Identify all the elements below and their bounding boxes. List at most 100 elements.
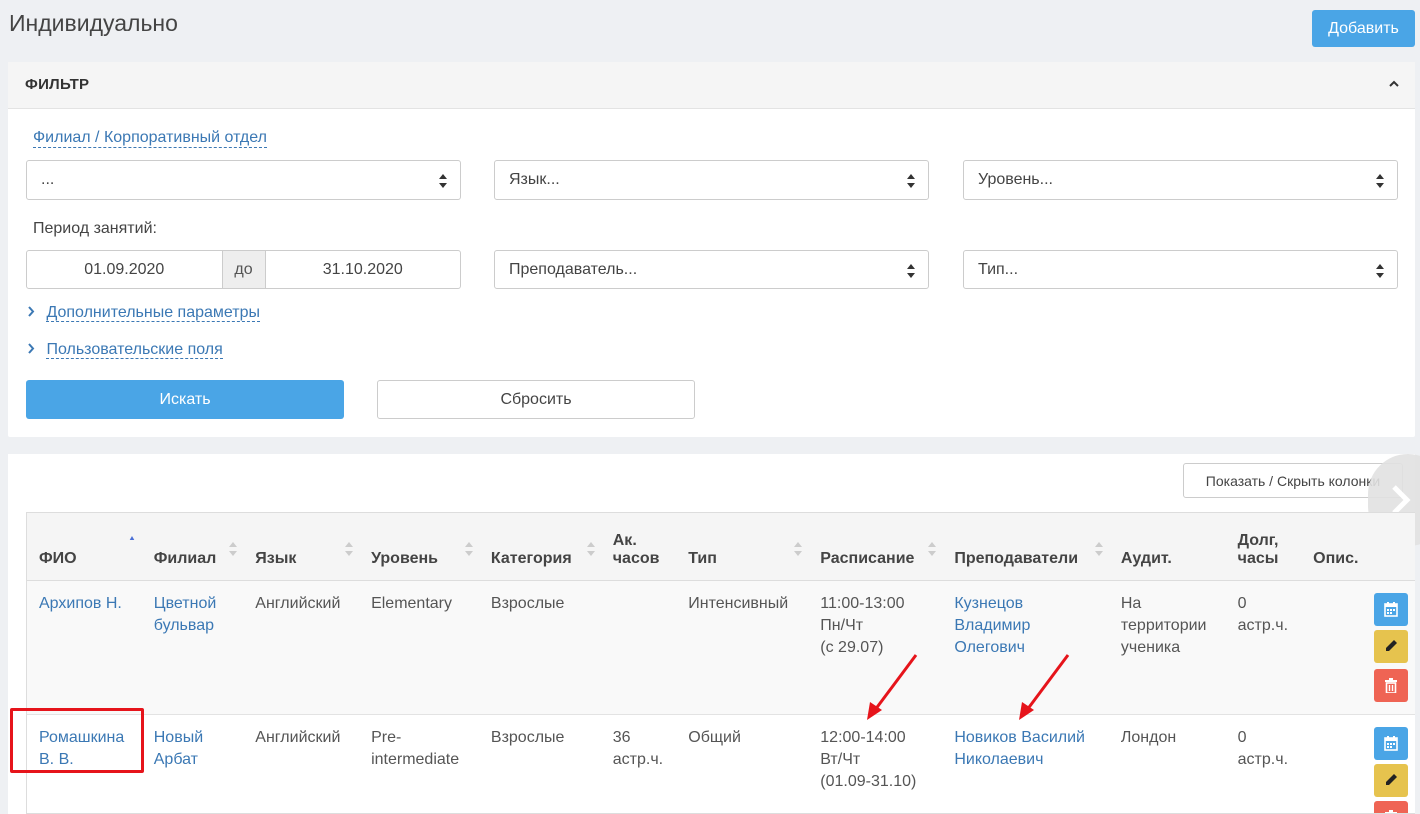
col-header-hours[interactable]: Ак. часов — [600, 513, 677, 581]
date-to-label: до — [221, 251, 266, 288]
sort-icon — [586, 541, 595, 556]
sort-icon — [345, 541, 354, 556]
col-header-fio[interactable]: ФИО — [27, 513, 142, 581]
results-panel: Показать / Скрыть колонки ФИО Филиал Язы… — [8, 454, 1420, 814]
teacher-line: Кузнецов — [954, 594, 1024, 612]
hours-unit: астр.ч. — [612, 750, 664, 768]
table-header-row: ФИО Филиал Язык Уровень Категория Ак. час… — [27, 513, 1415, 581]
room-line: ученика — [1120, 638, 1181, 656]
teacher-link[interactable]: Новиков Василий Николаевич — [954, 729, 1085, 768]
teacher-line: Владимир — [954, 616, 1031, 634]
schedule-time: 12:00-14:00 — [820, 728, 906, 746]
branch-link[interactable]: Цветной бульвар — [154, 595, 217, 634]
col-header-desc[interactable]: Опис. — [1301, 513, 1375, 581]
col-header-debt[interactable]: Долг, часы — [1225, 513, 1302, 581]
col-header-label: Аудит. — [1120, 549, 1172, 567]
teacher-select[interactable]: Преподаватель... — [494, 250, 929, 289]
sort-arrows-icon — [907, 264, 915, 278]
trash-icon — [1385, 809, 1398, 813]
row-actions — [1374, 580, 1415, 715]
level-select-value: Уровень... — [978, 171, 1053, 188]
level-line: Pre- — [371, 728, 402, 746]
teacher-line: Николаевич — [954, 750, 1044, 768]
search-button[interactable]: Искать — [26, 380, 344, 419]
room-line: территории — [1120, 616, 1207, 634]
level-line: intermediate — [371, 750, 460, 768]
sort-asc-icon — [129, 535, 135, 540]
schedule-cell: 12:00-14:00 Вт/Чт (01.09-31.10) — [808, 714, 943, 813]
col-header-label: Тип — [688, 549, 717, 567]
branch-link[interactable]: Филиал / Корпоративный отдел — [33, 129, 267, 148]
hours-cell — [600, 580, 677, 715]
col-header-level[interactable]: Уровень — [359, 513, 479, 581]
calendar-icon — [1384, 601, 1399, 617]
language-select-value: Язык... — [509, 171, 560, 188]
branch-select-value: ... — [41, 171, 55, 188]
branch-line: бульвар — [153, 616, 214, 634]
col-header-branch[interactable]: Филиал — [141, 513, 244, 581]
schedule-button[interactable] — [1374, 726, 1409, 760]
level-select[interactable]: Уровень... — [963, 160, 1398, 200]
col-header-category[interactable]: Категория — [478, 513, 601, 581]
schedule-days: Вт/Чт — [820, 750, 861, 768]
sort-icon — [464, 541, 473, 556]
col-header-actions — [1374, 513, 1415, 581]
desc-cell — [1301, 580, 1375, 715]
custom-fields-label: Пользовательские поля — [46, 341, 223, 359]
edit-button[interactable] — [1374, 763, 1409, 797]
chevron-right-icon — [28, 306, 35, 317]
col-header-teachers[interactable]: Преподаватели — [942, 513, 1109, 581]
custom-fields-toggle[interactable]: Пользовательские поля — [26, 341, 223, 359]
page-title: Индивидуально — [9, 10, 178, 36]
date-from-input[interactable]: 01.09.2020 — [27, 251, 222, 288]
pencil-icon — [1386, 639, 1398, 651]
results-table: ФИО Филиал Язык Уровень Категория Ак. час… — [26, 512, 1415, 814]
edit-button[interactable] — [1374, 629, 1409, 663]
red-arrow-icon — [867, 654, 918, 720]
delete-button[interactable] — [1374, 800, 1409, 813]
table-row: Ромашкина В. В. Новый Арбат Английский Pre… — [27, 714, 1415, 813]
pencil-icon — [1386, 773, 1398, 785]
col-header-type[interactable]: Тип — [676, 513, 809, 581]
date-to-input[interactable]: 31.10.2020 — [266, 251, 461, 288]
col-header-schedule[interactable]: Расписание — [808, 513, 943, 581]
highlight-box — [10, 708, 144, 773]
filter-header[interactable]: ФИЛЬТР — [8, 62, 1415, 109]
branch-link[interactable]: Новый Арбат — [154, 729, 203, 768]
col-header-label: Расписание — [820, 549, 915, 567]
row-actions — [1374, 714, 1415, 813]
language-select[interactable]: Язык... — [494, 160, 929, 200]
col-header-label: Филиал — [153, 549, 217, 567]
teacher-select-value: Преподаватель... — [509, 261, 638, 278]
debt-cell: 0 астр.ч. — [1225, 580, 1302, 715]
hours-cell: 36 астр.ч. — [600, 714, 677, 813]
chevron-up-icon[interactable] — [1387, 77, 1401, 91]
sort-icon — [1094, 541, 1103, 556]
col-header-room[interactable]: Аудит. — [1108, 513, 1226, 581]
teacher-link[interactable]: Кузнецов Владимир Олегович — [954, 595, 1030, 656]
debt-value: 0 — [1237, 594, 1247, 612]
col-header-label: Уровень — [371, 549, 438, 567]
sort-arrows-icon — [439, 174, 447, 188]
hours-value: 36 — [612, 728, 631, 746]
category-cell: Взрослые — [478, 580, 601, 715]
red-arrow-icon — [1019, 654, 1070, 720]
schedule-button[interactable] — [1374, 592, 1409, 626]
student-link[interactable]: Архипов Н. — [39, 595, 122, 612]
level-cell: Elementary — [359, 580, 479, 715]
sort-icon — [794, 541, 803, 556]
type-select[interactable]: Тип... — [963, 250, 1398, 289]
col-header-label: Преподаватели — [954, 549, 1079, 567]
type-cell: Общий — [676, 714, 809, 813]
debt-unit: астр.ч. — [1237, 616, 1289, 634]
schedule-period: (01.09-31.10) — [820, 772, 917, 790]
branch-select[interactable]: ... — [26, 160, 461, 200]
add-button[interactable]: Добавить — [1312, 10, 1415, 47]
delete-button[interactable] — [1374, 668, 1409, 702]
table-row: Архипов Н. Цветной бульвар Английский Ele… — [27, 580, 1415, 715]
col-header-language[interactable]: Язык — [243, 513, 360, 581]
type-select-value: Тип... — [978, 261, 1019, 278]
type-cell: Интенсивный — [676, 580, 809, 715]
extra-params-toggle[interactable]: Дополнительные параметры — [26, 304, 261, 322]
reset-button[interactable]: Сбросить — [377, 380, 695, 419]
